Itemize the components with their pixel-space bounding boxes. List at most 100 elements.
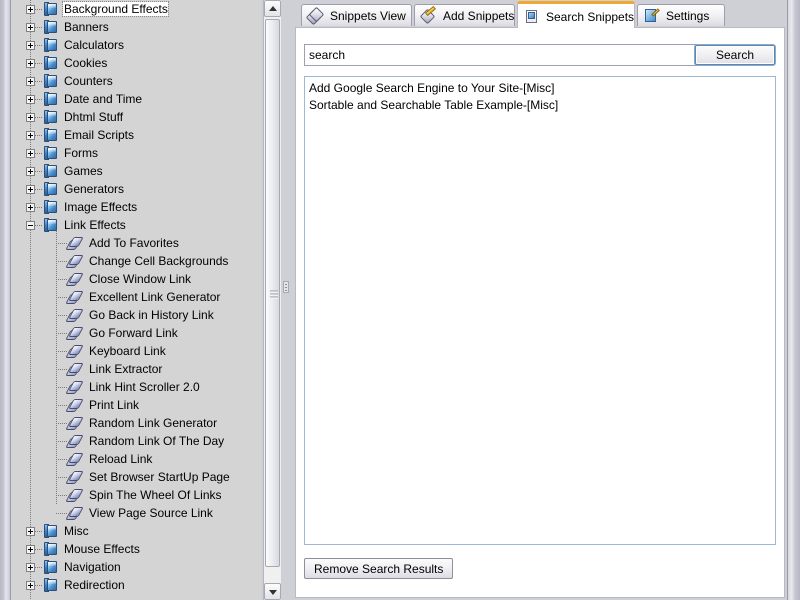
tree-snippet-node[interactable]: Random Link Generator	[11, 414, 261, 432]
snippet-diamond-icon	[65, 273, 84, 286]
tree-node-label: Counters	[64, 74, 113, 88]
tree-folder-node[interactable]: Banners	[11, 18, 261, 36]
tree-snippet-node[interactable]: Add To Favorites	[11, 234, 261, 252]
tree-snippet-node[interactable]: Go Back in History Link	[11, 306, 261, 324]
tree-folder-node[interactable]: Redirection	[11, 576, 261, 594]
expand-plus-icon[interactable]	[26, 40, 35, 50]
folder-icon	[44, 578, 58, 592]
tree-snippet-node[interactable]: Go Forward Link	[11, 324, 261, 342]
tree-folder-node[interactable]: Generators	[11, 180, 261, 198]
snippet-diamond-icon	[65, 237, 84, 250]
window-frame-left	[0, 0, 11, 600]
snippets-category-tree[interactable]: Background Effects Banners Calculators Cook…	[11, 0, 261, 600]
tree-folder-node[interactable]: Calculators	[11, 36, 261, 54]
splitter-grip-icon[interactable]	[283, 281, 289, 293]
expand-plus-icon[interactable]	[26, 184, 35, 194]
tree-folder-node[interactable]: Mouse Effects	[11, 540, 261, 558]
tree-node-label: Image Effects	[64, 200, 138, 214]
search-snippets-panel: Search Add Google Search Engine to Your …	[295, 27, 785, 598]
tab-strip[interactable]: Snippets View Add Snippets Search Snippets…	[295, 1, 785, 28]
tab-label: Search Snippets	[546, 9, 635, 24]
tree-node-label: Excellent Link Generator	[89, 290, 221, 304]
expand-plus-icon[interactable]	[26, 148, 35, 158]
tree-elbow-line	[35, 206, 43, 208]
remove-search-results-button[interactable]: Remove Search Results	[304, 558, 454, 579]
tab-snippets-view[interactable]: Snippets View	[301, 4, 412, 26]
tree-node-label: Dhtml Stuff	[64, 110, 124, 124]
tree-snippet-node[interactable]: Spin The Wheel Of Links	[11, 486, 261, 504]
expand-plus-icon[interactable]	[26, 166, 35, 176]
expand-plus-icon[interactable]	[26, 202, 35, 212]
expand-plus-icon[interactable]	[26, 580, 35, 590]
search-input[interactable]	[304, 44, 700, 66]
tree-snippet-node[interactable]: Keyboard Link	[11, 342, 261, 360]
tree-node-label: Date and Time	[64, 92, 143, 106]
tree-folder-node[interactable]: Counters	[11, 72, 261, 90]
tree-folder-node[interactable]: Forms	[11, 144, 261, 162]
tree-folder-node[interactable]: Dhtml Stuff	[11, 108, 261, 126]
tree-folder-node[interactable]: Games	[11, 162, 261, 180]
tab-search-snippets[interactable]: Search Snippets	[517, 1, 635, 28]
tree-snippet-node[interactable]: Random Link Of The Day	[11, 432, 261, 450]
folder-icon	[44, 542, 58, 556]
tree-node-label: Change Cell Backgrounds	[89, 254, 229, 268]
search-results-list[interactable]: Add Google Search Engine to Your Site-[M…	[304, 76, 776, 545]
tree-snippet-node[interactable]: Link Extractor	[11, 360, 261, 378]
tree-folder-node[interactable]: Misc	[11, 522, 261, 540]
tree-node-label: Forms	[64, 146, 98, 160]
expand-plus-icon[interactable]	[26, 22, 35, 32]
expand-plus-icon[interactable]	[26, 112, 35, 122]
tree-elbow-line	[35, 116, 43, 118]
snippet-diamond-icon	[65, 381, 84, 394]
expand-plus-icon[interactable]	[26, 526, 35, 536]
tree-snippet-node[interactable]: Excellent Link Generator	[11, 288, 261, 306]
tree-elbow-line	[35, 80, 43, 82]
tree-folder-node[interactable]: Date and Time	[11, 90, 261, 108]
tree-snippet-node[interactable]: Set Browser StartUp Page	[11, 468, 261, 486]
expand-plus-icon[interactable]	[26, 130, 35, 140]
tree-node-label: Add To Favorites	[89, 236, 179, 250]
expand-plus-icon[interactable]	[26, 562, 35, 572]
tree-node-label: Set Browser StartUp Page	[89, 470, 230, 484]
tree-folder-node[interactable]: Navigation	[11, 558, 261, 576]
tree-snippet-node[interactable]: Close Window Link	[11, 270, 261, 288]
tree-snippet-node[interactable]: Change Cell Backgrounds	[11, 252, 261, 270]
tree-snippet-node[interactable]: Reload Link	[11, 450, 261, 468]
tree-folder-node[interactable]: Image Effects	[11, 198, 261, 216]
tree-folder-node[interactable]: Email Scripts	[11, 126, 261, 144]
search-result-item[interactable]: Sortable and Searchable Table Example-[M…	[309, 97, 771, 114]
tree-elbow-line	[47, 239, 67, 248]
search-button[interactable]: Search	[694, 44, 776, 66]
tree-node-label: Background Effects	[62, 1, 169, 17]
tree-snippet-node[interactable]: Print Link	[11, 396, 261, 414]
search-result-item[interactable]: Add Google Search Engine to Your Site-[M…	[309, 80, 771, 97]
tree-folder-node[interactable]: Background Effects	[11, 0, 261, 18]
scroll-up-button[interactable]	[264, 0, 281, 17]
tree-snippet-node[interactable]: Link Hint Scroller 2.0	[11, 378, 261, 396]
expand-plus-icon[interactable]	[26, 58, 35, 68]
panel-splitter[interactable]	[281, 0, 291, 600]
tree-snippet-node[interactable]: View Page Source Link	[11, 504, 261, 522]
folder-icon	[44, 56, 58, 70]
expand-plus-icon[interactable]	[26, 544, 35, 554]
tab-add-snippets[interactable]: Add Snippets	[414, 4, 515, 26]
tree-elbow-line	[35, 188, 43, 190]
tree-folder-node[interactable]: Cookies	[11, 54, 261, 72]
folder-icon	[44, 560, 58, 574]
tree-elbow-line	[35, 224, 43, 226]
expand-plus-icon[interactable]	[26, 94, 35, 104]
tree-elbow-line	[47, 473, 67, 482]
snippet-diamond-icon	[65, 507, 84, 520]
expand-plus-icon[interactable]	[26, 4, 35, 14]
snippet-diamond-icon	[65, 435, 84, 448]
scrollbar-thumb[interactable]	[265, 19, 280, 567]
snippet-diamond-icon	[65, 453, 84, 466]
collapse-minus-icon[interactable]	[26, 220, 35, 230]
tree-folder-node[interactable]: Link Effects	[11, 216, 261, 234]
expand-plus-icon[interactable]	[26, 76, 35, 86]
tab-settings[interactable]: Settings	[637, 4, 725, 26]
scroll-down-button[interactable]	[264, 583, 281, 600]
tree-vertical-scrollbar[interactable]	[263, 0, 282, 600]
folder-icon	[44, 38, 58, 52]
tree-node-list[interactable]: Background Effects Banners Calculators Cook…	[11, 0, 261, 594]
